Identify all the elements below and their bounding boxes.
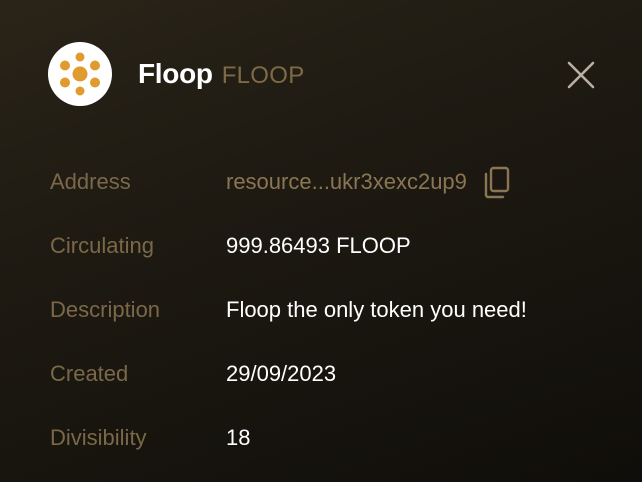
token-details-panel: Floop FLOOP Address resource...ukr3xexc2… bbox=[0, 0, 642, 482]
address-value[interactable]: resource...ukr3xexc2up9 bbox=[226, 169, 467, 195]
detail-row-created: Created 29/09/2023 bbox=[50, 342, 610, 406]
token-details-list: Address resource...ukr3xexc2up9 Circulat… bbox=[50, 150, 610, 470]
circulating-value: 999.86493 FLOOP bbox=[226, 233, 411, 258]
close-button[interactable] bbox=[560, 54, 602, 96]
token-title: Floop FLOOP bbox=[138, 58, 305, 90]
token-name: Floop bbox=[138, 58, 213, 89]
circulating-label: Circulating bbox=[50, 233, 154, 258]
address-label: Address bbox=[50, 169, 131, 194]
address-value-group: resource...ukr3xexc2up9 bbox=[226, 165, 511, 199]
floop-logo-icon bbox=[48, 42, 112, 106]
detail-row-description: Description Floop the only token you nee… bbox=[50, 278, 610, 342]
created-label: Created bbox=[50, 361, 129, 386]
created-value: 29/09/2023 bbox=[226, 361, 337, 386]
close-x-icon bbox=[567, 61, 595, 89]
copy-icon bbox=[484, 166, 510, 199]
token-symbol: FLOOP bbox=[221, 62, 305, 89]
divisibility-label: Divisibility bbox=[50, 425, 147, 450]
description-label: Description bbox=[50, 297, 161, 322]
detail-row-address: Address resource...ukr3xexc2up9 bbox=[50, 150, 610, 214]
description-value: Floop the only token you need! bbox=[226, 297, 527, 322]
copy-address-button[interactable] bbox=[481, 165, 511, 199]
token-header: Floop FLOOP bbox=[48, 42, 608, 106]
detail-row-divisibility: Divisibility 18 bbox=[50, 406, 610, 470]
detail-row-circulating: Circulating 999.86493 FLOOP bbox=[50, 214, 610, 278]
divisibility-value: 18 bbox=[226, 425, 251, 450]
